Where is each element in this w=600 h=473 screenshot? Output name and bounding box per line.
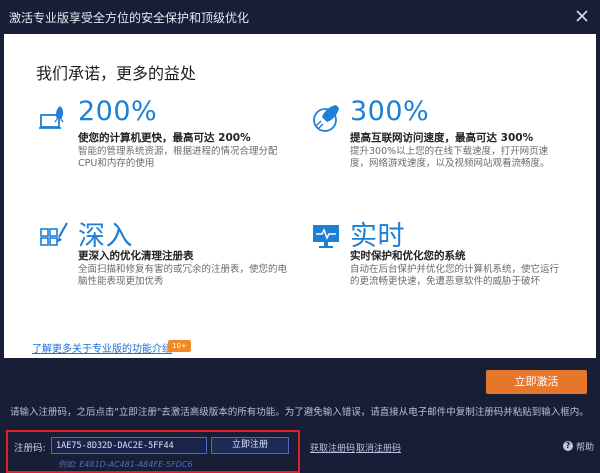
- learn-more-badge: 10+: [168, 340, 191, 352]
- activation-window: 激活专业版享受全方位的安全保护和顶级优化 我们承诺，更多的益处 200% 使您的…: [0, 0, 600, 473]
- computer-rocket-icon: [39, 106, 64, 129]
- feature-speed-description: 智能的管理系统资源，根据进程的情况合理分配 CPU和内存的使用: [78, 146, 278, 169]
- feature-realtime-description: 自动在后台保护并优化您的计算机系统，使它运行的更流畅更快速，免遭恶意软件的威胁于…: [350, 264, 560, 287]
- feature-registry-subtitle: 更深入的优化清理注册表: [78, 250, 194, 262]
- feature-network-subtitle: 提高互联网访问速度，最高可达 300%: [350, 132, 534, 144]
- feature-realtime-subtitle: 实时保护和优化您的系统: [350, 250, 466, 262]
- feature-registry-description: 全面扫描和修复有害的或冗余的注册表，使您的电脑性能表现更加优秀: [78, 264, 288, 287]
- feature-speed-subtitle: 使您的计算机更快，最高可达 200%: [78, 132, 251, 144]
- registration-instructions: 请输入注册码，之后点击"立即注册"去激活高级版本的所有功能。为了避免输入错误，请…: [10, 407, 589, 418]
- benefits-panel: 我们承诺，更多的益处 200% 使您的计算机更快，最高可达 200% 智能的管理…: [4, 34, 596, 358]
- question-circle-icon: ?: [563, 441, 573, 451]
- rocket-globe-icon: [313, 105, 339, 132]
- window-title: 激活专业版享受全方位的安全保护和顶级优化: [9, 11, 250, 25]
- feature-speed-value: 200%: [78, 96, 158, 127]
- registration-highlight-box: [6, 430, 300, 473]
- get-code-link[interactable]: 获取注册码: [310, 441, 355, 454]
- activate-now-button[interactable]: 立即激活: [486, 370, 587, 394]
- title-bar: 激活专业版享受全方位的安全保护和顶级优化: [0, 0, 600, 34]
- remove-code-link[interactable]: 取消注册码: [356, 441, 401, 454]
- benefits-headline: 我们承诺，更多的益处: [36, 64, 197, 83]
- monitor-pulse-icon: [313, 225, 339, 248]
- grid-brush-icon: [40, 222, 68, 246]
- learn-more-link[interactable]: 了解更多关于专业版的功能介绍: [32, 340, 172, 355]
- feature-network-description: 提升300%以上您的在线下载速度，打开网页速度，网络游戏速度，以及视频网站观看流…: [350, 146, 550, 169]
- help-label: 帮助: [576, 443, 595, 453]
- close-icon[interactable]: [574, 8, 590, 24]
- feature-network-value: 300%: [350, 96, 430, 127]
